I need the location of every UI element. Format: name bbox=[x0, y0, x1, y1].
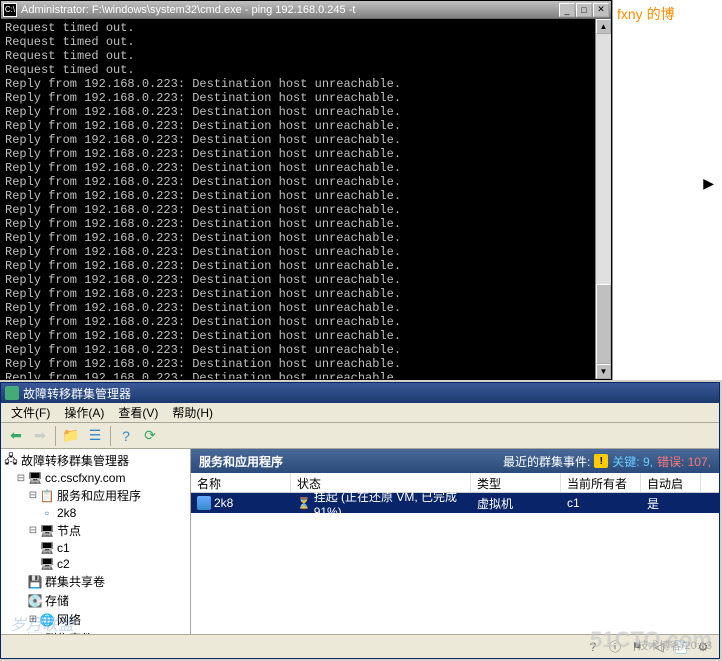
scroll-track[interactable] bbox=[596, 34, 611, 364]
tree-services[interactable]: ⊟📋服务和应用程序 bbox=[3, 486, 188, 505]
tree-label: 故障转移群集管理器 bbox=[21, 452, 129, 469]
refresh-button[interactable]: ⟳ bbox=[139, 425, 161, 447]
cmd-icon: C:\ bbox=[3, 3, 17, 17]
forward-button[interactable]: ➡ bbox=[29, 425, 51, 447]
error-count[interactable]: 错误: 107, bbox=[657, 453, 711, 470]
up-button[interactable]: 📁 bbox=[60, 425, 82, 447]
info-icon[interactable]: ⓘ bbox=[607, 639, 623, 655]
menu-file[interactable]: 文件(F) bbox=[5, 402, 56, 423]
content-title: 服务和应用程序 bbox=[199, 453, 283, 470]
tree-nodes[interactable]: ⊟🖥节点 bbox=[3, 521, 188, 540]
tree-label: c2 bbox=[57, 557, 70, 571]
scroll-down-button[interactable]: ▼ bbox=[596, 364, 611, 379]
content-header: 服务和应用程序 最近的群集事件: ! 关键: 9, 错误: 107, bbox=[191, 449, 719, 473]
node-icon: 🖥 bbox=[39, 557, 55, 571]
tree-root[interactable]: 🖧故障转移群集管理器 bbox=[3, 451, 188, 470]
event-summary: 最近的群集事件: ! 关键: 9, 错误: 107, bbox=[503, 453, 711, 470]
volumes-icon: 💾 bbox=[27, 575, 43, 589]
tree-label: 群集共享卷 bbox=[45, 573, 105, 590]
cmd-title: Administrator: F:\windows\system32\cmd.e… bbox=[21, 4, 559, 16]
cell-type: 虚拟机 bbox=[471, 493, 561, 514]
cmd-titlebar[interactable]: C:\ Administrator: F:\windows\system32\c… bbox=[1, 1, 611, 19]
settings-icon[interactable]: ⚙ bbox=[695, 639, 711, 655]
col-type[interactable]: 类型 bbox=[471, 473, 561, 492]
menu-help[interactable]: 帮助(H) bbox=[166, 402, 219, 423]
tree-label: 服务和应用程序 bbox=[57, 487, 141, 504]
row-status: 挂起 (正在还原 VM, 已完成 91%) bbox=[314, 488, 465, 519]
services-icon: 📋 bbox=[39, 489, 55, 503]
right-pane: fxny 的博 ▶ bbox=[612, 0, 722, 380]
flag-icon[interactable]: ⚑ bbox=[629, 639, 645, 655]
expander-icon[interactable]: ⊟ bbox=[27, 525, 39, 536]
cmd-scrollbar[interactable]: ▲ ▼ bbox=[595, 19, 611, 379]
warning-icon: ! bbox=[594, 454, 608, 468]
tree-label: 网络 bbox=[57, 611, 81, 628]
tree-node-c2[interactable]: 🖥c2 bbox=[3, 556, 188, 572]
tree-network[interactable]: ⊞🌐网络 bbox=[3, 610, 188, 629]
recent-events-label: 最近的群集事件: bbox=[503, 453, 590, 470]
cell-autostart: 是 bbox=[641, 493, 701, 514]
content-pane: 服务和应用程序 最近的群集事件: ! 关键: 9, 错误: 107, 名称 状态… bbox=[191, 449, 719, 658]
tree-label: c1 bbox=[57, 541, 70, 555]
tree-storage[interactable]: 💽存储 bbox=[3, 591, 188, 610]
right-header: fxny 的博 bbox=[613, 0, 722, 28]
cmd-window: C:\ Administrator: F:\windows\system32\c… bbox=[0, 0, 612, 380]
cluster-title: 故障转移群集管理器 bbox=[23, 385, 131, 402]
cmd-output: Request timed out. Request timed out. Re… bbox=[1, 19, 611, 379]
help-button[interactable]: ? bbox=[115, 425, 137, 447]
expander-icon[interactable]: ⊟ bbox=[27, 490, 39, 501]
close-button[interactable]: ✕ bbox=[593, 3, 609, 17]
help-icon[interactable]: ? bbox=[585, 639, 601, 655]
divider bbox=[110, 426, 111, 446]
cell-status: ⏳挂起 (正在还原 VM, 已完成 91%) bbox=[291, 486, 471, 521]
tree-vm-2k8[interactable]: ▫2k8 bbox=[3, 505, 188, 521]
table-row[interactable]: 2k8 ⏳挂起 (正在还原 VM, 已完成 91%) 虚拟机 c1 是 bbox=[191, 493, 719, 513]
scroll-up-button[interactable]: ▲ bbox=[596, 19, 611, 34]
tree-label: cc.cscfxny.com bbox=[45, 471, 125, 485]
divider bbox=[55, 426, 56, 446]
tree-domain[interactable]: ⊟🖥cc.cscfxny.com bbox=[3, 470, 188, 486]
row-name: 2k8 bbox=[214, 496, 233, 510]
network-icon: 🌐 bbox=[39, 613, 55, 627]
expander-icon[interactable]: ⊟ bbox=[15, 473, 27, 484]
tree-pane: 🖧故障转移群集管理器 ⊟🖥cc.cscfxny.com ⊟📋服务和应用程序 ▫2… bbox=[1, 449, 191, 658]
menu-action[interactable]: 操作(A) bbox=[58, 402, 110, 423]
expander-icon[interactable]: ⊞ bbox=[27, 614, 39, 625]
col-name[interactable]: 名称 bbox=[191, 473, 291, 492]
cluster-icon bbox=[5, 386, 19, 400]
cluster-body: 🖧故障转移群集管理器 ⊟🖥cc.cscfxny.com ⊟📋服务和应用程序 ▫2… bbox=[1, 449, 719, 658]
statusbar: ? ⓘ ⚑ ◁ 📄 ⚙ bbox=[1, 634, 719, 658]
toolbar: ⬅ ➡ 📁 ☰ ? ⟳ bbox=[1, 423, 719, 449]
maximize-button[interactable]: □ bbox=[576, 3, 592, 17]
cluster-titlebar[interactable]: 故障转移群集管理器 bbox=[1, 383, 719, 403]
scroll-thumb[interactable] bbox=[596, 284, 611, 364]
doc-icon[interactable]: 📄 bbox=[673, 639, 689, 655]
hourglass-icon: ⏳ bbox=[297, 497, 311, 510]
domain-icon: 🖥 bbox=[27, 471, 43, 485]
cell-name: 2k8 bbox=[191, 494, 291, 512]
back-icon[interactable]: ◁ bbox=[651, 639, 667, 655]
node-icon: 🖥 bbox=[39, 541, 55, 555]
list-button[interactable]: ☰ bbox=[84, 425, 106, 447]
cluster-window: 故障转移群集管理器 文件(F) 操作(A) 查看(V) 帮助(H) ⬅ ➡ 📁 … bbox=[0, 382, 720, 659]
vm-icon bbox=[197, 496, 211, 510]
tree-label: 节点 bbox=[57, 522, 81, 539]
nodes-icon: 🖥 bbox=[39, 524, 55, 538]
critical-count[interactable]: 关键: 9, bbox=[612, 453, 653, 470]
tree-node-c1[interactable]: 🖥c1 bbox=[3, 540, 188, 556]
menubar: 文件(F) 操作(A) 查看(V) 帮助(H) bbox=[1, 403, 719, 423]
menu-view[interactable]: 查看(V) bbox=[112, 402, 164, 423]
tree-shared-volumes[interactable]: 💾群集共享卷 bbox=[3, 572, 188, 591]
tree-label: 2k8 bbox=[57, 506, 76, 520]
back-button[interactable]: ⬅ bbox=[5, 425, 27, 447]
vm-icon: ▫ bbox=[39, 506, 55, 520]
col-owner[interactable]: 当前所有者 bbox=[561, 473, 641, 492]
cell-owner: c1 bbox=[561, 494, 641, 512]
arrow-icon[interactable]: ▶ bbox=[703, 175, 714, 192]
storage-icon: 💽 bbox=[27, 594, 43, 608]
cluster-root-icon: 🖧 bbox=[3, 454, 19, 468]
col-autostart[interactable]: 自动启动 bbox=[641, 473, 701, 492]
minimize-button[interactable]: _ bbox=[559, 3, 575, 17]
tree-label: 存储 bbox=[45, 592, 69, 609]
